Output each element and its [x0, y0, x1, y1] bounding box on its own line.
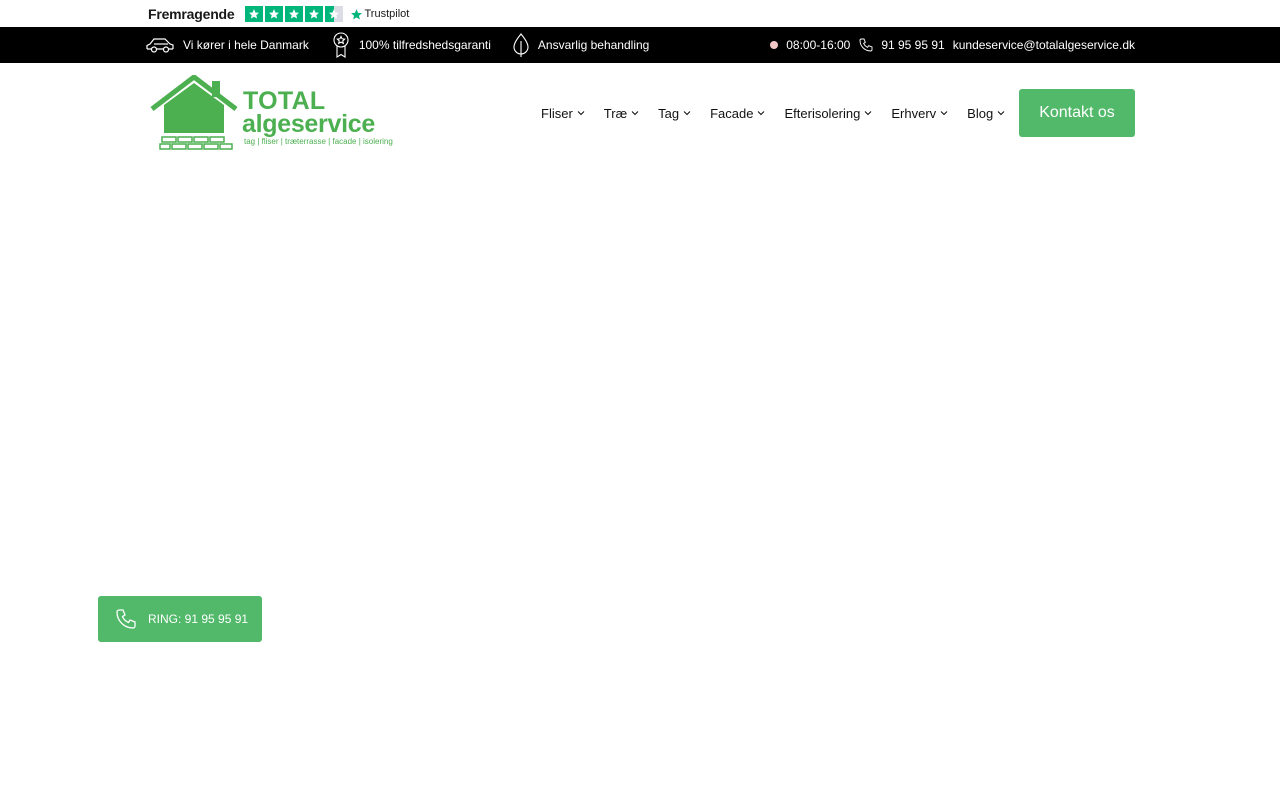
usp-responsible: Ansvarlig behandling [512, 32, 649, 58]
award-icon [331, 31, 351, 59]
nav-item-label: Fliser [541, 105, 573, 121]
chevron-down-icon [997, 110, 1005, 116]
leaf-icon [512, 32, 530, 58]
main-nav: Fliser Træ Tag Facade Efterisolering Erh… [541, 63, 1005, 163]
trustpilot-bar: Fremragende Trustpilot [0, 0, 1280, 27]
chevron-down-icon [940, 110, 948, 116]
phone-icon [858, 37, 874, 53]
usp-guarantee: 100% tilfredshedsgaranti [331, 31, 491, 59]
usp-label: 100% tilfredshedsgaranti [358, 38, 491, 52]
star-half-icon [324, 6, 343, 22]
site-header: TOTAL algeservice tag | fliser | træterr… [0, 63, 1280, 163]
info-bar-usps: Vi kører i hele Danmark 100% tilfredshed… [145, 27, 649, 63]
info-bar-contact: 08:00-16:00 91 95 95 91 kundeservice@tot… [770, 27, 1135, 63]
nav-item-erhverv[interactable]: Erhverv [891, 106, 948, 121]
trustpilot-stars [244, 6, 343, 22]
trustpilot-brand: Trustpilot [364, 8, 410, 20]
nav-item-facade[interactable]: Facade [710, 106, 765, 121]
phone-icon [114, 607, 138, 631]
trustpilot-logo: Trustpilot [350, 8, 410, 21]
status-dot-icon [770, 41, 779, 49]
chevron-down-icon [683, 110, 691, 116]
trustpilot-widget[interactable]: Fremragende Trustpilot [148, 5, 409, 23]
header-email-link[interactable]: kundeservice@totalalgeservice.dk [953, 38, 1135, 52]
star-icon [304, 6, 323, 22]
logo-tagline: tag | fliser | træterrasse | facade | is… [244, 137, 393, 146]
nav-item-label: Træ [603, 105, 628, 121]
chevron-down-icon [864, 110, 872, 116]
nav-item-label: Facade [710, 105, 754, 121]
opening-hours: 08:00-16:00 [786, 38, 851, 52]
site-logo[interactable]: TOTAL algeservice tag | fliser | træterr… [150, 75, 393, 151]
header-phone-link[interactable]: 91 95 95 91 [881, 38, 944, 52]
contact-button[interactable]: Kontakt os [1019, 89, 1135, 137]
usp-label: Vi kører i hele Danmark [183, 38, 309, 52]
nav-item-label: Tag [658, 105, 680, 121]
logo-subtitle: algeservice [242, 110, 375, 138]
trustpilot-star-icon [350, 8, 362, 19]
star-icon [284, 6, 303, 22]
nav-item-efterisolering[interactable]: Efterisolering [784, 106, 872, 121]
usp-label: Ansvarlig behandling [537, 38, 650, 52]
chevron-down-icon [631, 110, 639, 116]
nav-item-label: Blog [967, 105, 994, 121]
trustpilot-rating-text: Fremragende [148, 6, 235, 22]
star-icon [244, 6, 263, 22]
nav-item-trae[interactable]: Træ [604, 106, 639, 121]
nav-item-label: Efterisolering [784, 105, 861, 121]
nav-item-tag[interactable]: Tag [658, 106, 691, 121]
chevron-down-icon [577, 110, 585, 116]
star-icon [264, 6, 283, 22]
car-icon [145, 36, 175, 54]
call-button[interactable]: RING: 91 95 95 91 [98, 596, 262, 642]
house-logo-icon [150, 75, 238, 150]
info-bar: Vi kører i hele Danmark 100% tilfredshed… [0, 27, 1280, 63]
chevron-down-icon [757, 110, 765, 116]
nav-item-fliser[interactable]: Fliser [541, 106, 585, 121]
nav-item-label: Erhverv [891, 105, 937, 121]
usp-delivery: Vi kører i hele Danmark [145, 36, 309, 54]
nav-item-blog[interactable]: Blog [967, 106, 1005, 121]
call-button-label: RING: 91 95 95 91 [148, 612, 249, 626]
